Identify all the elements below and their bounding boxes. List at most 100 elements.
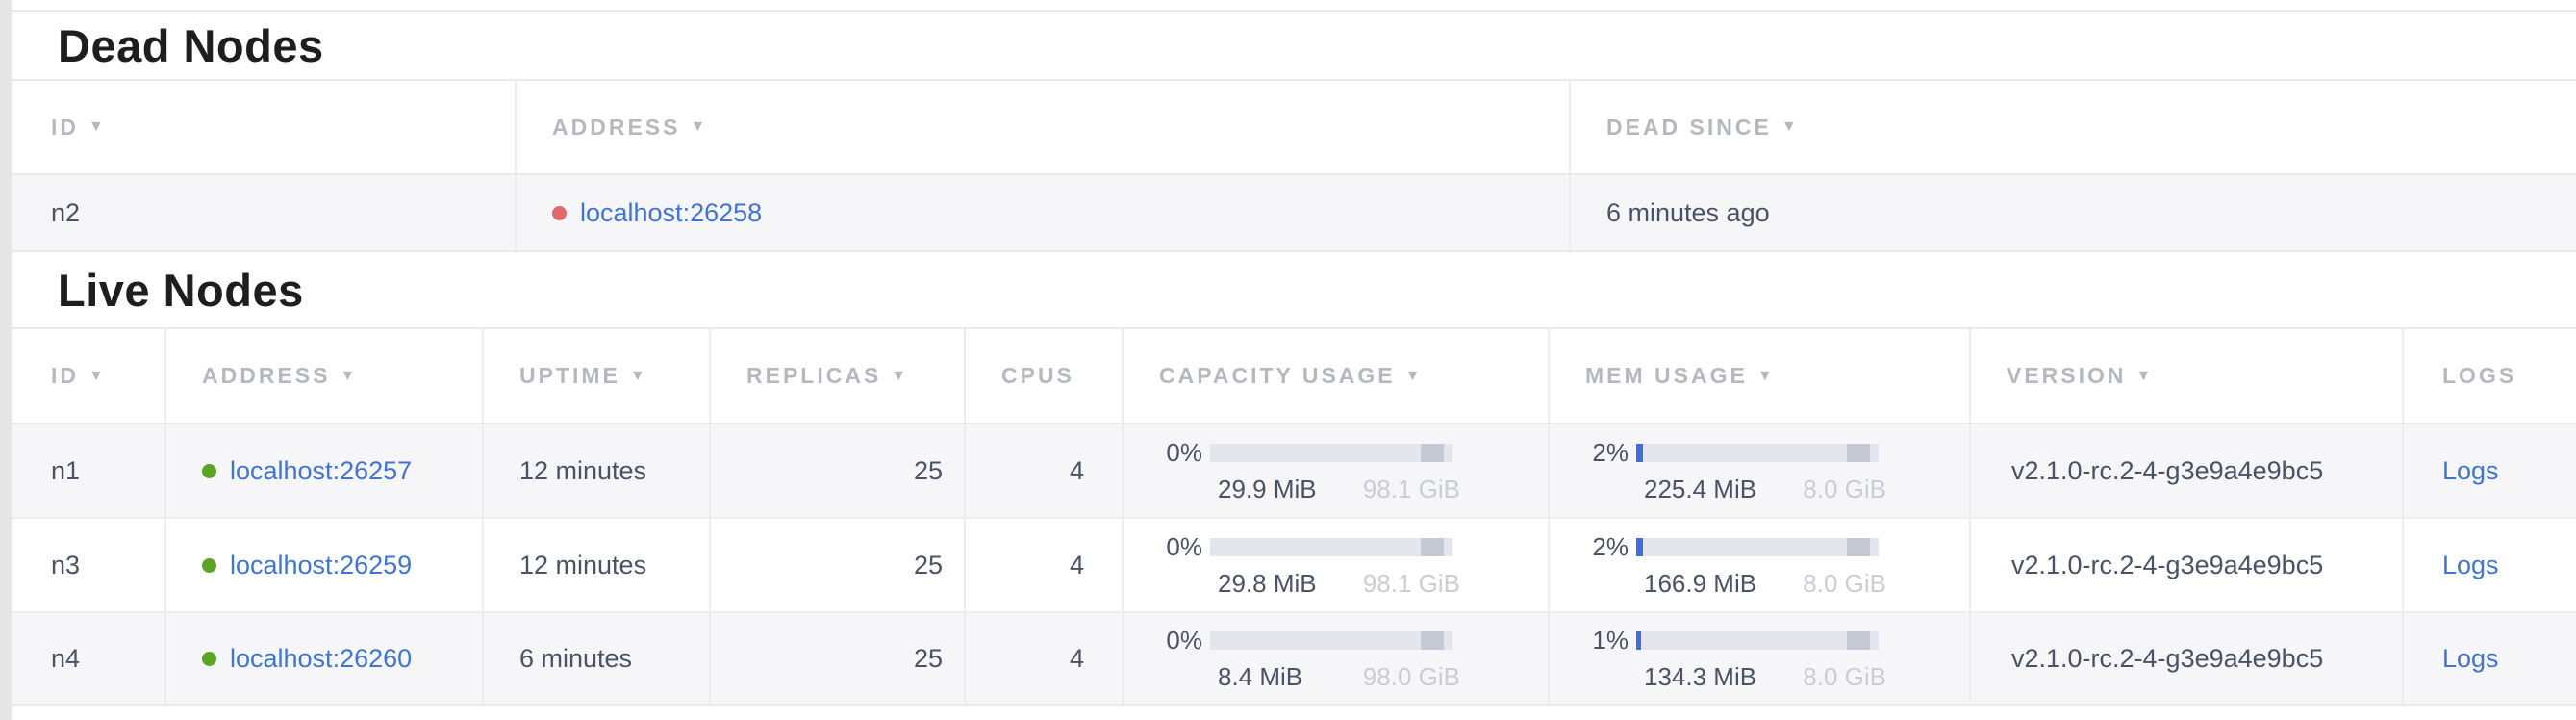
nodes-overview-page: Dead Nodes ID ▼ ADDRESS ▼ DEAD SINCE ▼ n… bbox=[12, 0, 2576, 720]
dead-nodes-header-row: ID ▼ ADDRESS ▼ DEAD SINCE ▼ bbox=[12, 81, 2576, 175]
logs-link[interactable]: Logs bbox=[2442, 644, 2499, 674]
capacity-total-label: 98.0 GiB bbox=[1363, 662, 1460, 692]
capacity-percent-label: 0% bbox=[1124, 626, 1210, 656]
capacity-bar-marker bbox=[1421, 631, 1444, 650]
replicas-value: 25 bbox=[711, 519, 966, 611]
cpus-value: 4 bbox=[966, 613, 1124, 704]
column-header-logs: LOGS bbox=[2404, 329, 2576, 423]
node-address-cell: localhost:26260 bbox=[166, 613, 484, 704]
mem-used-label: 166.9 MiB bbox=[1644, 569, 1756, 599]
page-title: Dead Nodes bbox=[58, 19, 324, 72]
dead-since-value: 6 minutes ago bbox=[1571, 175, 2576, 250]
sort-arrow-icon: ▼ bbox=[340, 368, 358, 385]
column-header-cpus: CPUS bbox=[966, 329, 1124, 423]
live-status-dot bbox=[202, 464, 216, 478]
mem-used-label: 134.3 MiB bbox=[1644, 662, 1756, 692]
column-header-capacity-usage[interactable]: CAPACITY USAGE ▼ bbox=[1124, 329, 1550, 423]
mem-usage-cell: 1% 134.3 MiB 8.0 GiB bbox=[1550, 613, 1971, 704]
capacity-total-label: 98.1 GiB bbox=[1363, 569, 1460, 599]
node-address-link[interactable]: localhost:26257 bbox=[230, 456, 412, 486]
replicas-value: 25 bbox=[711, 613, 966, 704]
live-status-dot bbox=[202, 652, 216, 666]
mem-used-label: 225.4 MiB bbox=[1644, 475, 1756, 504]
node-address-link[interactable]: localhost:26259 bbox=[230, 551, 412, 580]
node-address-link[interactable]: localhost:26258 bbox=[580, 198, 762, 228]
dead-node-row: n2 localhost:26258 6 minutes ago bbox=[12, 175, 2576, 252]
column-header-mem-usage[interactable]: MEM USAGE ▼ bbox=[1550, 329, 1971, 423]
mem-percent-label: 1% bbox=[1550, 626, 1636, 656]
sort-arrow-icon: ▼ bbox=[630, 368, 648, 385]
column-header-address[interactable]: ADDRESS ▼ bbox=[166, 329, 484, 423]
logs-cell: Logs bbox=[2404, 613, 2576, 704]
column-header-id[interactable]: ID ▼ bbox=[15, 329, 166, 423]
cpus-value: 4 bbox=[966, 519, 1124, 611]
mem-usage-bar bbox=[1636, 444, 1879, 462]
version-value: v2.1.0-rc.2-4-g3e9a4e9bc5 bbox=[1971, 424, 2404, 517]
mem-total-label: 8.0 GiB bbox=[1803, 475, 1886, 504]
node-address-link[interactable]: localhost:26260 bbox=[230, 644, 412, 674]
capacity-total-label: 98.1 GiB bbox=[1363, 475, 1460, 504]
column-header-uptime[interactable]: UPTIME ▼ bbox=[484, 329, 711, 423]
mem-percent-label: 2% bbox=[1550, 438, 1636, 468]
node-address-cell: localhost:26257 bbox=[166, 424, 484, 517]
live-status-dot bbox=[202, 558, 216, 573]
logs-link[interactable]: Logs bbox=[2442, 551, 2499, 580]
live-node-row: n4 localhost:26260 6 minutes 25 4 0% 8.4… bbox=[12, 613, 2576, 706]
node-address-cell: localhost:26258 bbox=[517, 175, 1571, 250]
uptime-value: 12 minutes bbox=[484, 519, 711, 611]
mem-bar-marker bbox=[1847, 444, 1870, 462]
capacity-usage-bar bbox=[1210, 538, 1452, 556]
sort-arrow-icon: ▼ bbox=[690, 118, 708, 136]
page-title: Live Nodes bbox=[58, 264, 304, 317]
mem-total-label: 8.0 GiB bbox=[1803, 662, 1886, 692]
capacity-usage-cell: 0% 29.8 MiB 98.1 GiB bbox=[1124, 519, 1550, 611]
node-id: n3 bbox=[15, 519, 166, 611]
uptime-value: 12 minutes bbox=[484, 424, 711, 517]
replicas-value: 25 bbox=[711, 424, 966, 517]
node-address-cell: localhost:26259 bbox=[166, 519, 484, 611]
mem-bar-fill bbox=[1636, 444, 1643, 462]
uptime-value: 6 minutes bbox=[484, 613, 711, 704]
capacity-used-label: 8.4 MiB bbox=[1218, 662, 1302, 692]
mem-usage-cell: 2% 225.4 MiB 8.0 GiB bbox=[1550, 424, 1971, 517]
live-node-row: n1 localhost:26257 12 minutes 25 4 0% 29… bbox=[12, 424, 2576, 519]
capacity-usage-cell: 0% 29.9 MiB 98.1 GiB bbox=[1124, 424, 1550, 517]
mem-usage-bar bbox=[1636, 631, 1879, 650]
mem-bar-marker bbox=[1847, 538, 1870, 556]
capacity-usage-bar bbox=[1210, 444, 1452, 462]
live-nodes-header-row: ID ▼ ADDRESS ▼ UPTIME ▼ REPLICAS ▼ CPUS … bbox=[12, 329, 2576, 424]
column-header-dead-since[interactable]: DEAD SINCE ▼ bbox=[1571, 81, 2576, 173]
sort-arrow-icon: ▼ bbox=[891, 368, 909, 385]
column-header-address[interactable]: ADDRESS ▼ bbox=[517, 81, 1571, 173]
column-header-id[interactable]: ID ▼ bbox=[15, 81, 517, 173]
sort-arrow-icon: ▼ bbox=[1781, 118, 1800, 136]
capacity-percent-label: 0% bbox=[1124, 438, 1210, 468]
sort-arrow-icon: ▼ bbox=[1405, 368, 1424, 385]
mem-bar-fill bbox=[1636, 631, 1641, 650]
node-id: n1 bbox=[15, 424, 166, 517]
node-id: n4 bbox=[15, 613, 166, 704]
mem-bar-fill bbox=[1636, 538, 1643, 556]
logs-cell: Logs bbox=[2404, 519, 2576, 611]
mem-total-label: 8.0 GiB bbox=[1803, 569, 1886, 599]
cpus-value: 4 bbox=[966, 424, 1124, 517]
logs-cell: Logs bbox=[2404, 424, 2576, 517]
version-value: v2.1.0-rc.2-4-g3e9a4e9bc5 bbox=[1971, 519, 2404, 611]
version-value: v2.1.0-rc.2-4-g3e9a4e9bc5 bbox=[1971, 613, 2404, 704]
live-node-row: n3 localhost:26259 12 minutes 25 4 0% 29… bbox=[12, 519, 2576, 613]
mem-percent-label: 2% bbox=[1550, 532, 1636, 562]
capacity-usage-bar bbox=[1210, 631, 1452, 650]
sort-arrow-icon: ▼ bbox=[88, 118, 107, 136]
mem-bar-marker bbox=[1847, 631, 1870, 650]
node-id: n2 bbox=[15, 175, 517, 250]
capacity-bar-marker bbox=[1421, 538, 1444, 556]
mem-usage-cell: 2% 166.9 MiB 8.0 GiB bbox=[1550, 519, 1971, 611]
column-header-replicas[interactable]: REPLICAS ▼ bbox=[711, 329, 966, 423]
sort-arrow-icon: ▼ bbox=[1757, 368, 1776, 385]
dead-nodes-section-title: Dead Nodes bbox=[12, 12, 2576, 81]
mem-usage-bar bbox=[1636, 538, 1879, 556]
logs-link[interactable]: Logs bbox=[2442, 456, 2499, 486]
column-header-version[interactable]: VERSION ▼ bbox=[1971, 329, 2404, 423]
capacity-usage-cell: 0% 8.4 MiB 98.0 GiB bbox=[1124, 613, 1550, 704]
capacity-percent-label: 0% bbox=[1124, 532, 1210, 562]
